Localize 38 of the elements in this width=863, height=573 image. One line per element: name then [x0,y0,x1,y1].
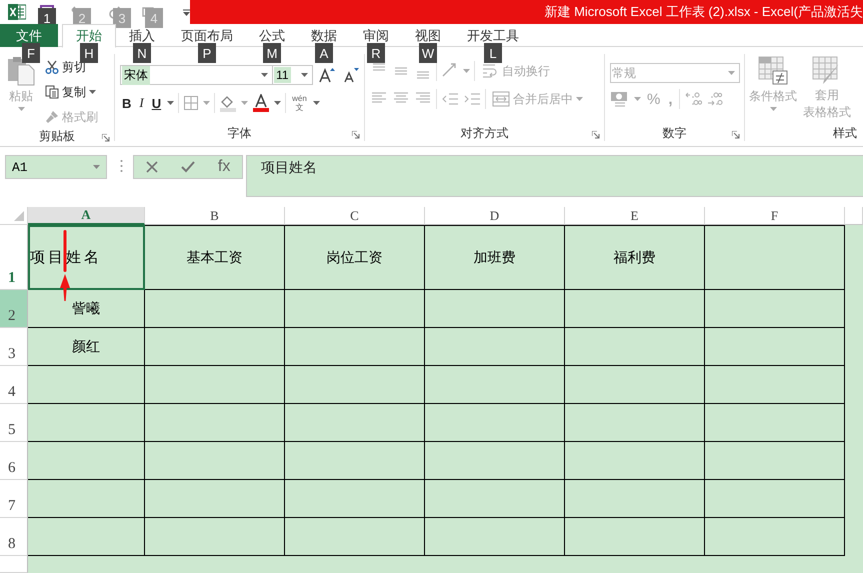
group-label: 剪贴板 [39,128,75,144]
row-header: 5 [0,404,28,442]
keytip-tooltip: 3 [113,8,131,28]
column-header: C [285,207,425,225]
keytip-tooltip: A [315,43,333,63]
window-title: 新建 Microsoft Excel 工作表 (2).xlsx - Excel(产品激活失 [544,3,863,21]
keytip-tooltip: F [22,43,40,63]
column-header: D [425,207,565,225]
keytip-tooltip: P [198,43,216,63]
group-label: 样式 [833,124,857,142]
table-cell: 岗位工资 [285,225,425,290]
keytip-tooltip: W [419,43,437,63]
keytip-tooltip: 4 [145,8,163,28]
table-cell: 訾曦 [28,290,145,328]
row-header: 6 [0,442,28,480]
group-label: 字体 [228,124,252,142]
group-label: 对齐方式 [460,124,508,142]
table-cell: 加班费 [425,225,565,290]
group-label: 数字 [662,124,686,142]
keytip-tooltip: N [133,43,151,63]
table-cell: 项目姓名 [28,225,145,290]
row-header: 1 [0,225,28,290]
row-header: 3 [0,328,28,366]
column-header: A [28,207,145,225]
row-header: 4 [0,366,28,404]
table-cell: 福利费 [565,225,705,290]
keytip-tooltip: R [367,43,385,63]
column-header: F [705,207,845,225]
row-header: 8 [0,518,28,556]
column-header: B [145,207,285,225]
column-header: E [565,207,705,225]
keytip-tooltip: H [80,43,98,63]
keytip-tooltip: M [263,43,281,63]
keytip-tooltip: L [484,43,502,63]
table-cell: 基本工资 [145,225,285,290]
row-header: 2 [0,290,28,328]
table-cell: 颜红 [28,328,145,366]
row-header: 7 [0,480,28,518]
